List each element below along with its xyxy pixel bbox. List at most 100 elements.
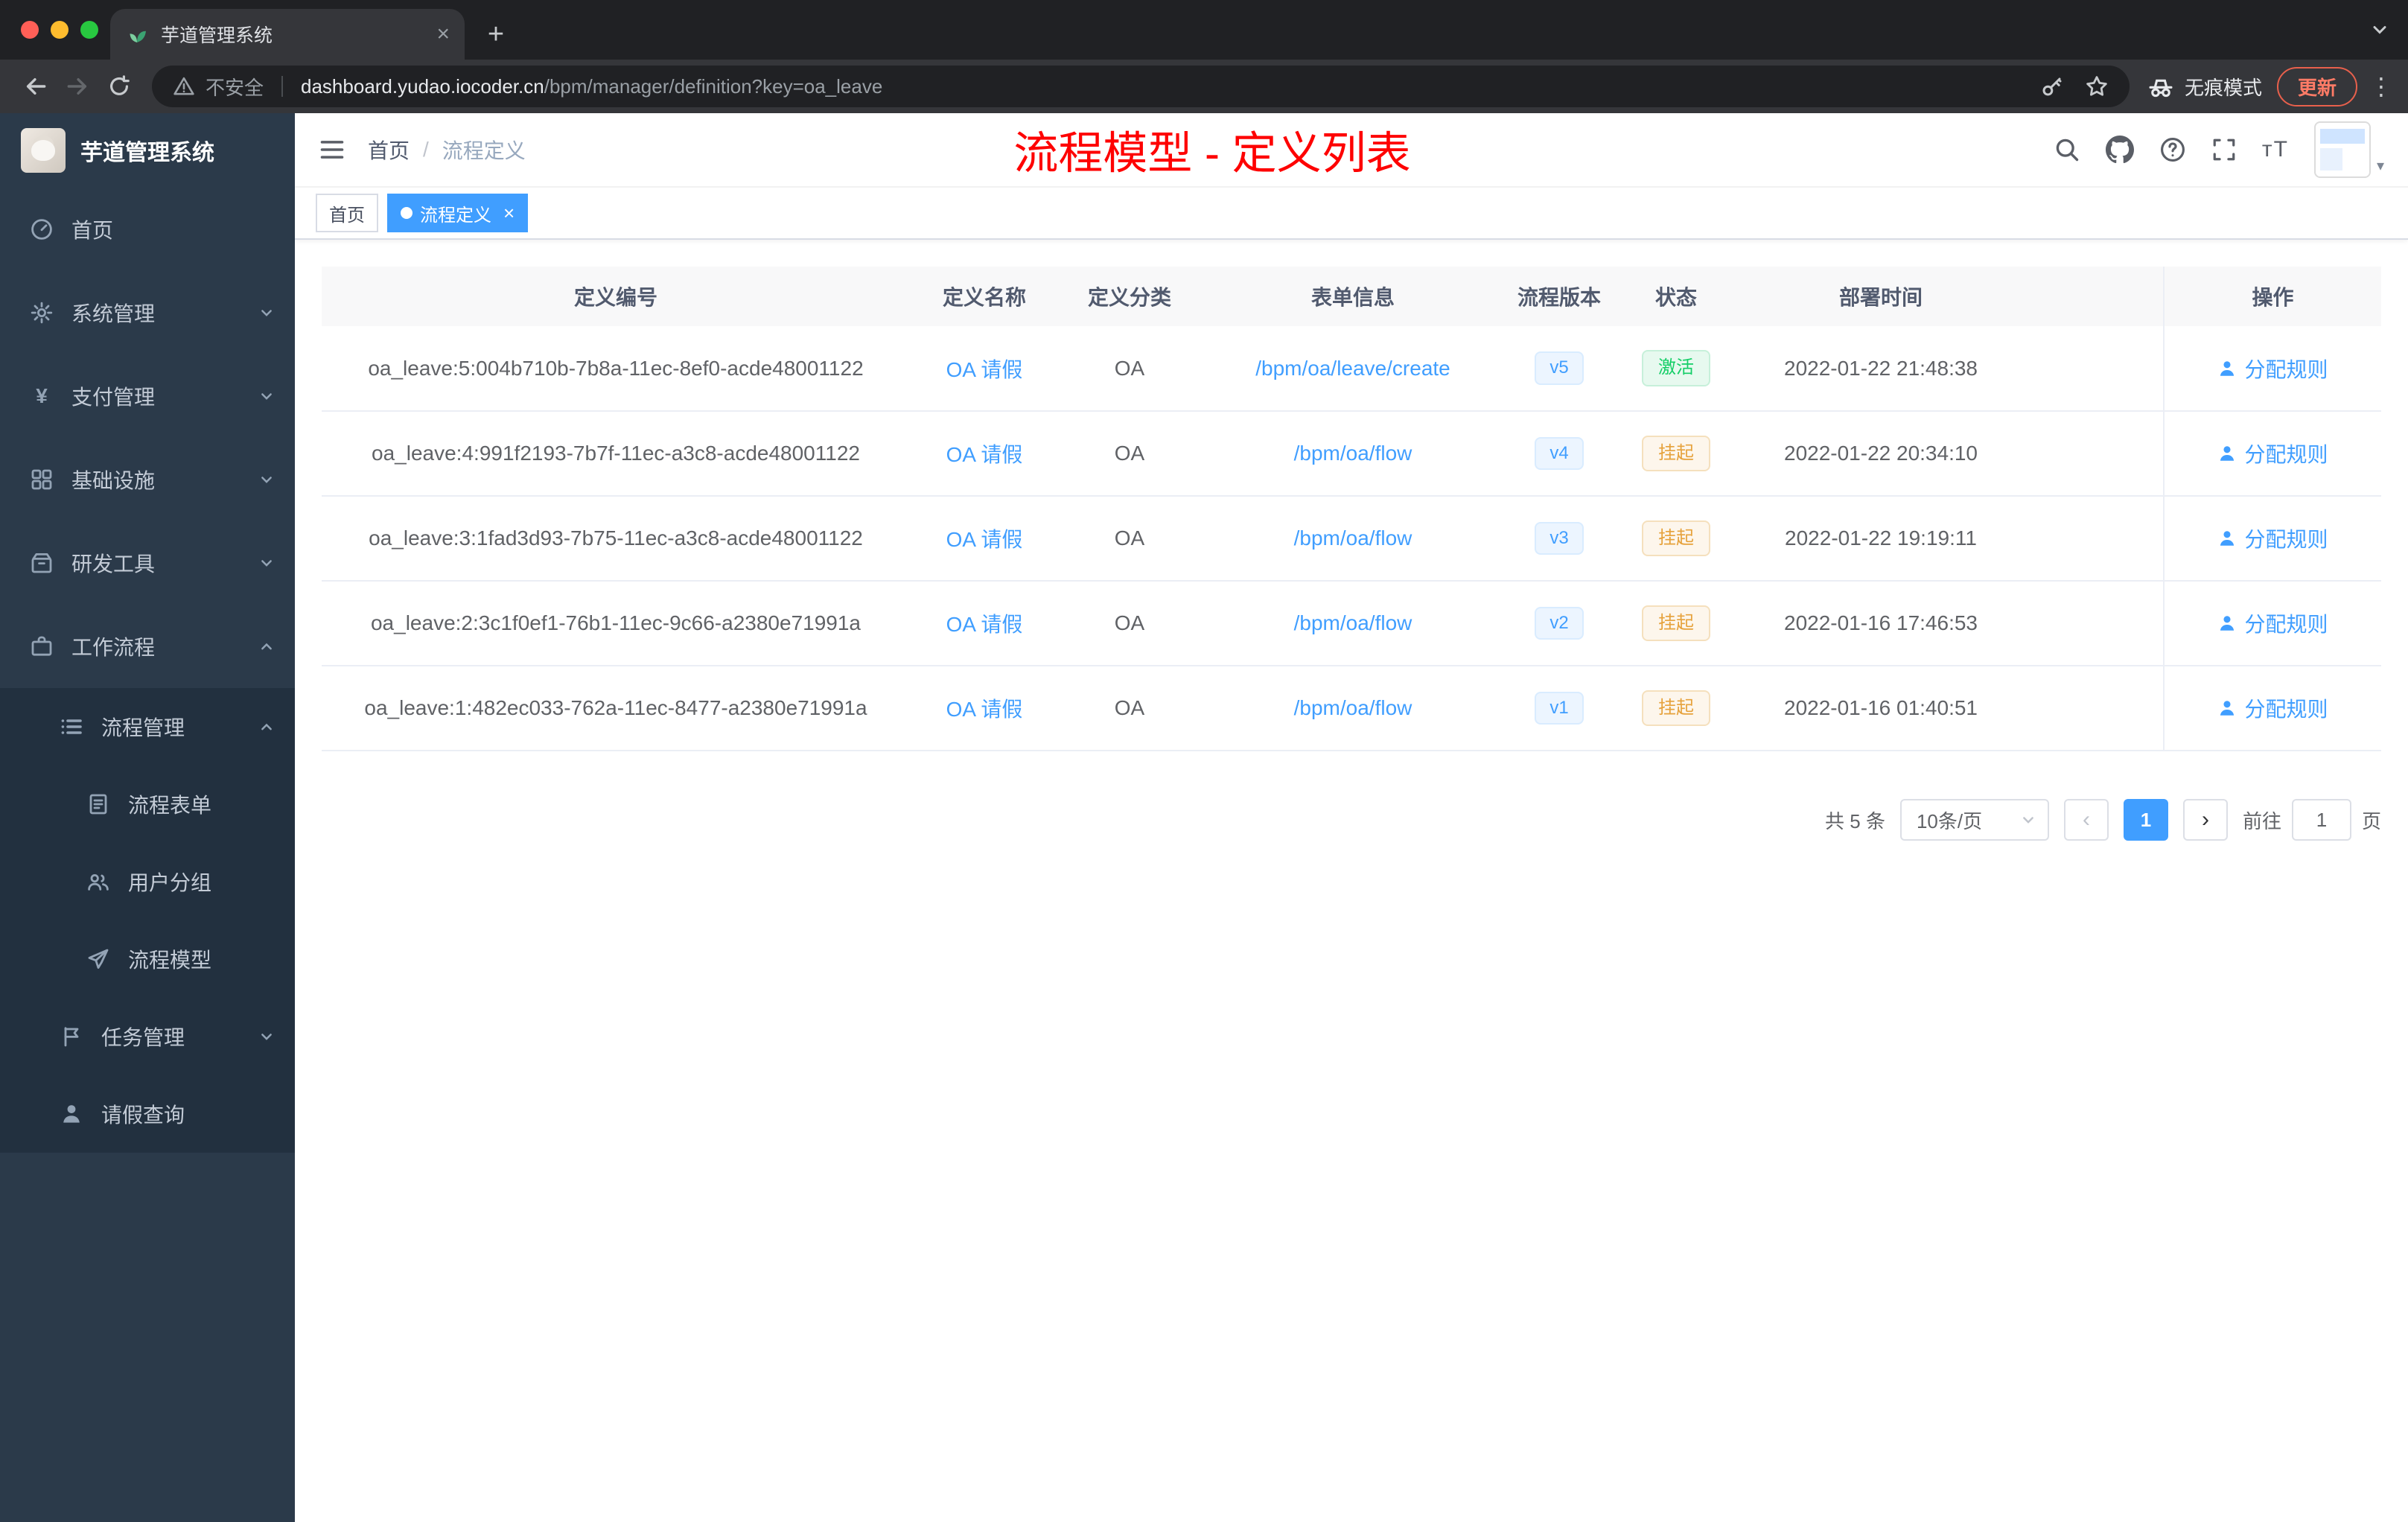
paper-plane-icon: [86, 947, 110, 971]
assign-rule-link[interactable]: 分配规则: [2217, 608, 2328, 638]
goto-label: 前往: [2242, 809, 2281, 832]
table-row: oa_leave:4:991f2193-7b7f-11ec-a3c8-acde4…: [322, 411, 2381, 497]
sidebar-logo[interactable]: 芋道管理系统: [0, 113, 295, 188]
maximize-window-button[interactable]: [80, 21, 98, 39]
url-host: dashboard.yudao.iocoder.cn: [301, 74, 544, 98]
sidebar-item-label: 支付管理: [71, 386, 156, 409]
form-info-link[interactable]: /bpm/oa/flow: [1294, 526, 1412, 550]
incognito-indicator: 无痕模式: [2147, 73, 2262, 101]
definition-name-link[interactable]: OA 请假: [946, 358, 1023, 381]
chevron-down-icon: [259, 1029, 274, 1044]
header-actions: 操作: [2163, 267, 2381, 326]
tab-search-chevron-icon[interactable]: [2369, 19, 2390, 40]
assign-rule-link[interactable]: 分配规则: [2217, 439, 2328, 468]
url-text[interactable]: dashboard.yudao.iocoder.cn/bpm/manager/d…: [301, 75, 882, 98]
status-badge: 挂起: [1642, 690, 1710, 727]
header-filler: [2022, 267, 2164, 326]
page-1-button[interactable]: 1: [2123, 799, 2168, 841]
active-tag-dot: [401, 207, 413, 219]
minimize-window-button[interactable]: [51, 21, 69, 39]
cell-definition-id: oa_leave:2:3c1f0ef1-76b1-11ec-9c66-a2380…: [322, 581, 910, 666]
form-info-link[interactable]: /bpm/oa/flow: [1294, 611, 1412, 634]
yen-icon: ¥: [36, 384, 48, 407]
tag-home[interactable]: 首页: [316, 194, 378, 232]
user-menu[interactable]: ▾: [2313, 121, 2384, 178]
sidebar-item-label: 工作流程: [71, 636, 156, 659]
bookmark-star-icon[interactable]: [2085, 74, 2109, 98]
cell-deploy-time: 2022-01-16 17:46:53: [1739, 581, 2022, 666]
page-unit-label: 页: [2361, 809, 2381, 832]
sidebar-item-system[interactable]: 系统管理: [0, 271, 295, 354]
hamburger-icon[interactable]: [319, 136, 345, 163]
github-icon[interactable]: [2105, 136, 2134, 164]
url-path: /bpm/manager/definition?key=oa_leave: [544, 74, 883, 98]
search-icon[interactable]: [2054, 136, 2080, 163]
omnibox-right-icons: [2040, 74, 2109, 98]
update-button[interactable]: 更新: [2276, 66, 2357, 106]
definition-name-link[interactable]: OA 请假: [946, 528, 1023, 551]
form-info-link[interactable]: /bpm/oa/flow: [1294, 442, 1412, 465]
close-window-button[interactable]: [21, 21, 39, 39]
definition-name-link[interactable]: OA 请假: [946, 698, 1023, 721]
tag-label: 首页: [329, 205, 365, 226]
sidebar-item-leave-query[interactable]: 请假查询: [0, 1075, 295, 1153]
tag-process-definition[interactable]: 流程定义 ×: [387, 194, 529, 232]
font-size-icon[interactable]: тТ: [2262, 137, 2289, 162]
prev-page-button[interactable]: ‹: [2063, 799, 2109, 841]
address-bar[interactable]: 不安全 dashboard.yudao.iocoder.cn/bpm/manag…: [152, 66, 2130, 107]
version-tag: v3: [1535, 521, 1584, 555]
sidebar-item-payment[interactable]: ¥ 支付管理: [0, 354, 295, 438]
refresh-icon[interactable]: [98, 66, 140, 107]
assign-rule-link[interactable]: 分配规则: [2217, 354, 2328, 383]
password-key-icon[interactable]: [2040, 74, 2064, 98]
breadcrumb-home[interactable]: 首页: [368, 135, 410, 165]
sidebar-item-label: 流程表单: [128, 794, 212, 817]
page-size-select[interactable]: 10条/页: [1899, 799, 2049, 841]
new-tab-button[interactable]: +: [477, 15, 515, 54]
chevron-down-icon: [259, 389, 274, 404]
assign-rule-link[interactable]: 分配规则: [2217, 693, 2328, 723]
tab-title: 芋道管理系统: [161, 25, 273, 46]
next-page-button[interactable]: ›: [2182, 799, 2228, 841]
sidebar-item-label: 系统管理: [71, 302, 156, 325]
sidebar-item-process-form[interactable]: 流程表单: [0, 765, 295, 843]
security-label[interactable]: 不安全: [206, 73, 264, 101]
cell-definition-id: oa_leave:3:1fad3d93-7b75-11ec-a3c8-acde4…: [322, 496, 910, 582]
definition-name-link[interactable]: OA 请假: [946, 443, 1023, 466]
toolbox-icon: [30, 551, 54, 575]
help-icon[interactable]: [2159, 136, 2186, 163]
sidebar-item-user-groups[interactable]: 用户分组: [0, 843, 295, 920]
version-tag: v4: [1535, 436, 1584, 471]
chevron-down-icon: [2021, 812, 2036, 827]
sidebar-item-infrastructure[interactable]: 基础设施: [0, 438, 295, 521]
sidebar-item-workflow[interactable]: 工作流程: [0, 605, 295, 688]
list-icon: [60, 715, 83, 739]
users-icon: [86, 870, 110, 894]
assign-rule-label: 分配规则: [2244, 613, 2328, 636]
fullscreen-icon[interactable]: [2211, 137, 2237, 162]
sidebar-item-task-management[interactable]: 任务管理: [0, 998, 295, 1075]
browser-menu-dots-icon[interactable]: ⋮: [2369, 72, 2393, 101]
form-info-link[interactable]: /bpm/oa/flow: [1294, 696, 1412, 719]
back-icon[interactable]: [15, 66, 57, 107]
tags-view-bar: 首页 流程定义 ×: [295, 188, 2408, 240]
sidebar-item-home[interactable]: 首页: [0, 188, 295, 271]
cell-category: OA: [1059, 326, 1200, 412]
cell-definition-id: oa_leave:1:482ec033-762a-11ec-8477-a2380…: [322, 666, 910, 751]
status-badge: 激活: [1642, 350, 1710, 386]
header-form-info: 表单信息: [1200, 267, 1506, 326]
sidebar-item-process-model[interactable]: 流程模型: [0, 920, 295, 998]
tag-close-icon[interactable]: ×: [503, 203, 515, 223]
goto-page-input[interactable]: [2291, 799, 2351, 841]
cell-filler: [2022, 666, 2164, 751]
not-secure-warning-icon: [173, 75, 195, 98]
form-info-link[interactable]: /bpm/oa/leave/create: [1255, 357, 1450, 380]
forward-icon[interactable]: [57, 66, 98, 107]
sidebar-item-devtools[interactable]: 研发工具: [0, 521, 295, 605]
definition-name-link[interactable]: OA 请假: [946, 613, 1023, 636]
assign-rule-link[interactable]: 分配规则: [2217, 523, 2328, 553]
status-badge: 挂起: [1642, 435, 1710, 472]
close-tab-icon[interactable]: ×: [436, 23, 450, 45]
sidebar-item-process-management[interactable]: 流程管理: [0, 688, 295, 765]
browser-tab[interactable]: 芋道管理系统 ×: [110, 9, 465, 60]
